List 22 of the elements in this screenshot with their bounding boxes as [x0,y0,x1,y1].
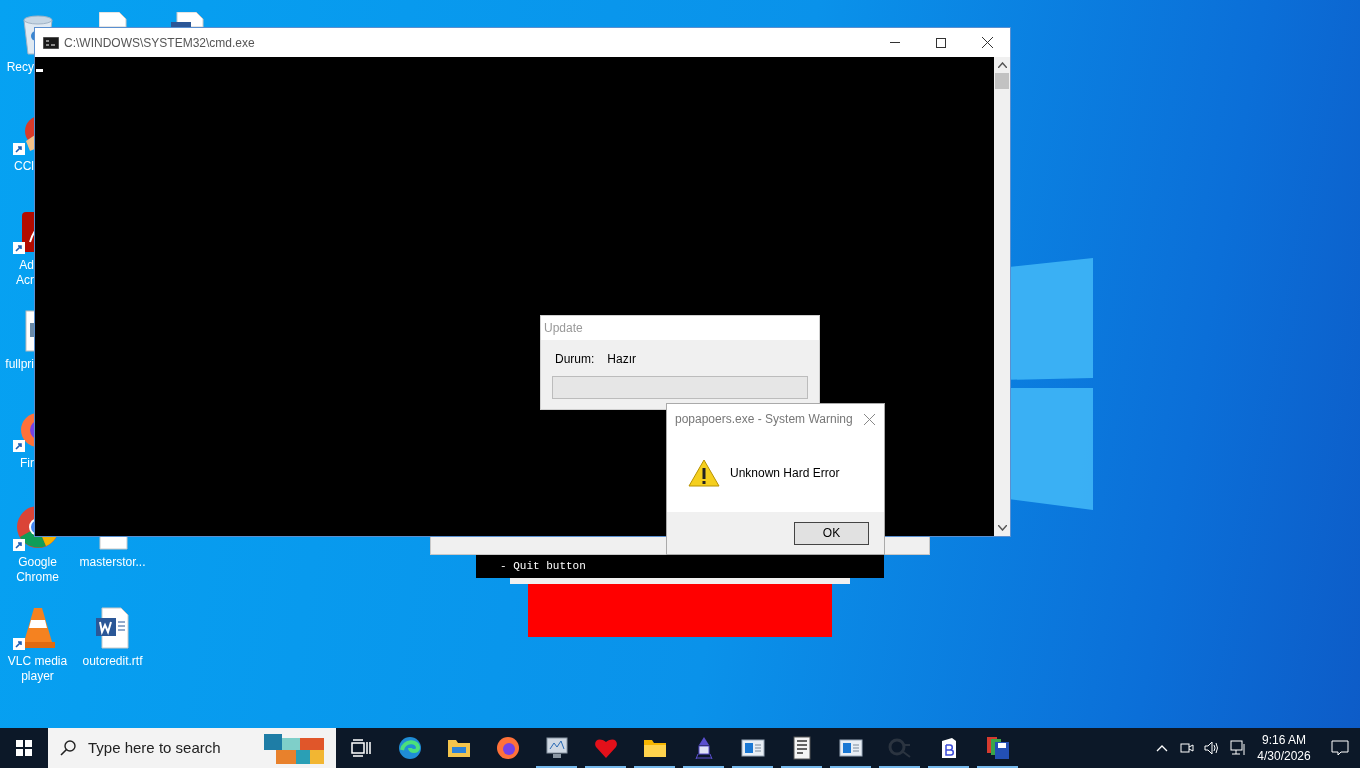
icon-label: CCl [13,159,34,174]
dialog-title: Update [544,320,583,337]
status-label: Durum: [555,351,595,368]
icon-label: Fir [19,456,34,471]
search-field[interactable]: Type here to search [88,736,258,760]
console-text: - Quit button [500,559,586,575]
ok-button[interactable]: OK [794,521,869,545]
dialog-title: popapoers.exe - System Warning [675,411,853,428]
window-title: C:\WINDOWS\SYSTEM32\cmd.exe [64,34,255,52]
icon-label: Google Chrome [15,555,60,585]
icon-label: masterstor... [78,555,147,570]
clock[interactable]: 9:16 AM 4/30/2026 [1256,732,1312,764]
status-value: Hazır [607,351,636,368]
icon-label: outcredit.rtf [81,654,144,669]
icon-label: VLC media player [6,654,69,684]
clock-time: 9:16 AM [1262,732,1306,748]
icon-label: Recy [5,60,34,75]
error-message: Unknown Hard Error [730,465,840,482]
icon-label: Ad Acr [15,258,34,288]
search-bar[interactable]: Type here to search [48,728,336,768]
clock-date: 4/30/2026 [1257,748,1311,764]
icon-label: fullpri [4,357,34,372]
